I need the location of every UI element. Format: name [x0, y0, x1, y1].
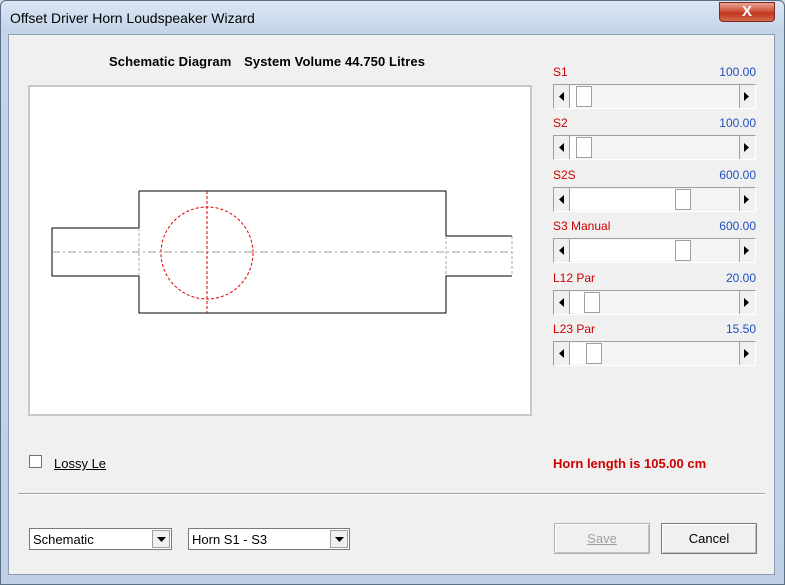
scroll-right-arrow-icon[interactable] — [739, 188, 755, 211]
slider-thumb[interactable] — [675, 189, 691, 210]
scroll-right-arrow-icon[interactable] — [739, 291, 755, 314]
slider-label: L23 Par — [553, 322, 596, 336]
slider-thumb[interactable] — [576, 86, 592, 107]
slider-value: 20.00 — [725, 271, 756, 285]
slider-value: 600.00 — [719, 219, 756, 233]
save-button[interactable]: Save — [554, 523, 650, 554]
slider-label: S2 — [553, 116, 568, 130]
scroll-right-arrow-icon[interactable] — [739, 85, 755, 108]
slider-scrollbar[interactable] — [553, 290, 756, 315]
slider-scrollbar[interactable] — [553, 238, 756, 263]
slider-scrollbar[interactable] — [553, 341, 756, 366]
slider-value: 600.00 — [719, 168, 756, 182]
scroll-right-arrow-icon[interactable] — [739, 136, 755, 159]
horn-outline-top — [139, 190, 512, 237]
chevron-down-icon[interactable] — [330, 530, 348, 548]
scroll-left-arrow-icon[interactable] — [554, 188, 570, 211]
close-button[interactable]: X — [719, 2, 775, 22]
scroll-right-arrow-icon[interactable] — [739, 239, 755, 262]
slider-label: L12 Par — [553, 271, 596, 285]
slider-label: S1 — [553, 65, 568, 79]
window-title: Offset Driver Horn Loudspeaker Wizard — [10, 10, 255, 26]
slider-scrollbar[interactable] — [553, 187, 756, 212]
title-bar[interactable]: Offset Driver Horn Loudspeaker Wizard X — [1, 1, 784, 35]
schematic-diagram-panel — [28, 85, 532, 416]
lossy-le-checkbox[interactable] — [29, 455, 42, 468]
slider-thumb[interactable] — [675, 240, 691, 261]
divider — [18, 493, 765, 495]
slider-value: 100.00 — [719, 116, 756, 130]
section-dropdown[interactable]: Horn S1 - S3 — [188, 528, 350, 550]
slider-thumb[interactable] — [584, 292, 600, 313]
slider-thumb[interactable] — [576, 137, 592, 158]
scroll-left-arrow-icon[interactable] — [554, 136, 570, 159]
cancel-button[interactable]: Cancel — [661, 523, 757, 554]
slider-track[interactable] — [570, 343, 586, 364]
slider-label: S3 Manual — [553, 219, 611, 233]
view-dropdown[interactable]: Schematic — [29, 528, 172, 550]
slider-track[interactable] — [570, 292, 584, 313]
close-icon: X — [741, 3, 752, 20]
slider-scrollbar[interactable] — [553, 135, 756, 160]
scroll-right-arrow-icon[interactable] — [739, 342, 755, 365]
slider-value: 100.00 — [719, 65, 756, 79]
slider-scrollbar[interactable] — [553, 84, 756, 109]
lossy-le-label[interactable]: Lossy Le — [54, 456, 106, 471]
section-dropdown-value: Horn S1 - S3 — [192, 532, 268, 547]
scroll-left-arrow-icon[interactable] — [554, 291, 570, 314]
horn-length-status: Horn length is 105.00 cm — [553, 456, 707, 471]
scroll-left-arrow-icon[interactable] — [554, 239, 570, 262]
slider-track[interactable] — [570, 189, 675, 210]
slider-label: S2S — [553, 168, 576, 182]
scroll-left-arrow-icon[interactable] — [554, 85, 570, 108]
slider-value: 15.50 — [725, 322, 756, 336]
chevron-down-icon[interactable] — [152, 530, 170, 548]
diagram-heading: Schematic Diagram System Volume 44.750 L… — [109, 54, 434, 69]
horn-schematic-drawing — [51, 190, 513, 314]
slider-thumb[interactable] — [586, 343, 602, 364]
scroll-left-arrow-icon[interactable] — [554, 342, 570, 365]
view-dropdown-value: Schematic — [33, 532, 94, 547]
diagram-label: Schematic Diagram — [109, 54, 232, 69]
system-volume-text: System Volume 44.750 Litres — [244, 54, 426, 69]
slider-track[interactable] — [570, 240, 675, 261]
